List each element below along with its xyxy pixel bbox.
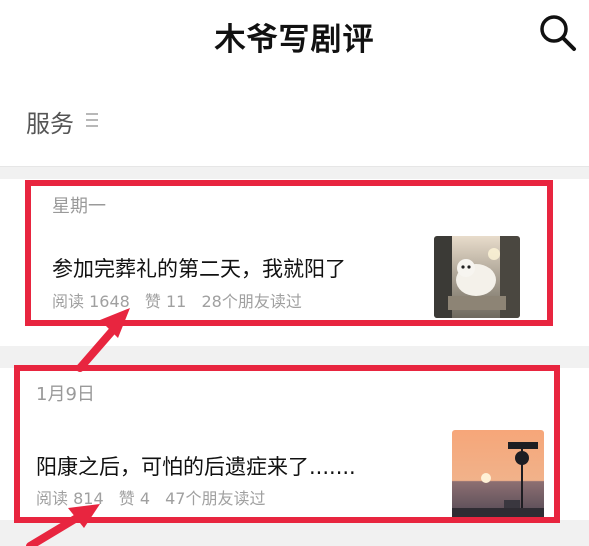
arrow-annotation-icon (26, 308, 130, 546)
